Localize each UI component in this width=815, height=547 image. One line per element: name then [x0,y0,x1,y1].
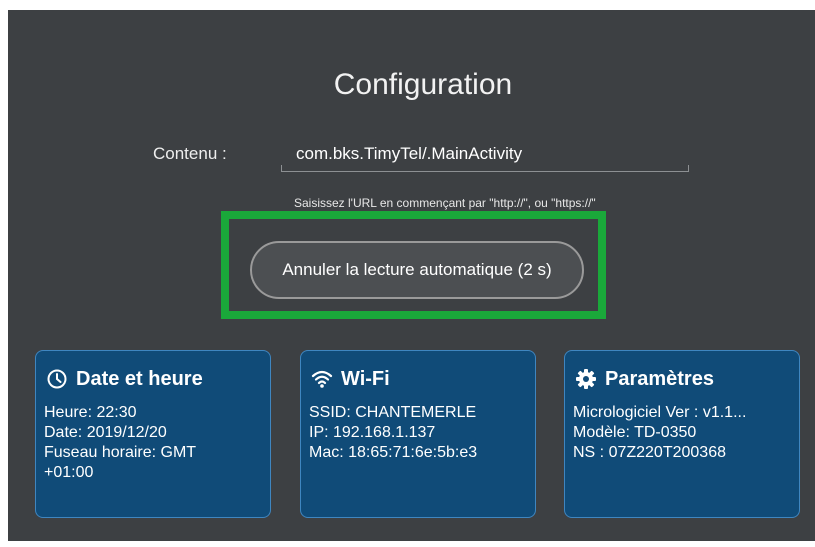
params-line: Micrologiciel Ver : v1.1... [573,404,747,421]
datetime-line: Fuseau horaire: GMT [44,444,197,461]
wifi-line: IP: 192.168.1.137 [309,424,436,441]
wifi-card-title: Wi-Fi [341,367,390,390]
gear-icon [575,368,597,390]
cancel-autoplay-button[interactable]: Annuler la lecture automatique (2 s) [250,241,584,299]
params-line: Modèle: TD-0350 [573,424,697,441]
params-card-body: Micrologiciel Ver : v1.1... Modèle: TD-0… [573,403,799,463]
datetime-line: Date: 2019/12/20 [44,424,167,441]
wifi-card[interactable]: Wi-Fi SSID: CHANTEMERLE IP: 192.168.1.13… [300,350,536,518]
wifi-card-header: Wi-Fi [311,367,535,391]
params-card[interactable]: Paramètres Micrologiciel Ver : v1.1... M… [564,350,800,518]
wifi-card-body: SSID: CHANTEMERLE IP: 192.168.1.137 Mac:… [309,403,535,463]
datetime-card-body: Heure: 22:30 Date: 2019/12/20 Fuseau hor… [44,403,270,483]
wifi-line: Mac: 18:65:71:6e:5b:e3 [309,444,478,461]
params-card-header: Paramètres [575,367,799,391]
page-title: Configuration [333,68,513,101]
content-label: Contenu : [153,144,227,163]
wifi-icon [311,368,333,390]
params-line: NS : 07Z220T200368 [573,444,726,461]
datetime-card-title: Date et heure [76,367,203,390]
datetime-card-header: Date et heure [46,367,270,391]
datetime-line: +01:00 [44,464,94,481]
clock-icon [46,368,68,390]
datetime-card[interactable]: Date et heure Heure: 22:30 Date: 2019/12… [35,350,271,518]
wifi-line: SSID: CHANTEMERLE [309,404,477,421]
params-card-title: Paramètres [605,367,714,390]
datetime-line: Heure: 22:30 [44,404,137,421]
content-input[interactable]: com.bks.TimyTel/.MainActivity [281,144,689,172]
